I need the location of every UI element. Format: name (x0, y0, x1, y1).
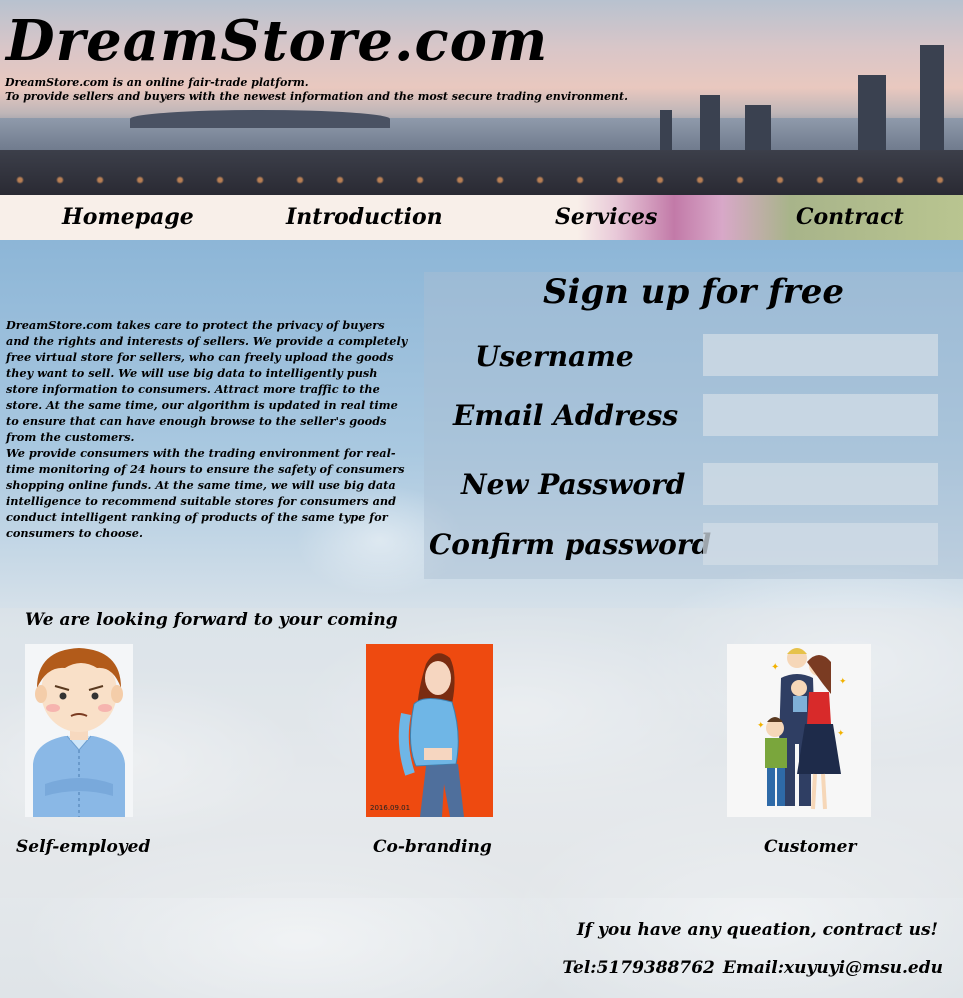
customer-image: ✦ ✦ ✦ ✦ (727, 644, 871, 817)
email-input[interactable] (703, 394, 938, 436)
nav-introduction[interactable]: Introduction (286, 202, 443, 232)
confirm-password-input[interactable] (703, 523, 938, 565)
site-logo[interactable]: DreamStore.com (6, 4, 548, 78)
contact-email[interactable]: Email:xuyuyi@msu.edu (723, 958, 943, 978)
contact-info: Tel:5179388762 Email:xuyuyi@msu.edu (562, 956, 943, 980)
svg-text:✦: ✦ (757, 721, 765, 731)
username-input[interactable] (703, 334, 938, 376)
signup-title: Sign up for free (543, 272, 844, 312)
contact-tel: Tel:5179388762 (562, 958, 715, 978)
svg-text:✦: ✦ (839, 677, 847, 687)
community-heading: We are looking forward to your coming (25, 610, 398, 630)
header-banner: DreamStore.com DreamStore.com is an onli… (0, 0, 963, 195)
about-text: DreamStore.com takes care to protect the… (6, 317, 408, 541)
signup-form: Sign up for free Username Email Address … (424, 272, 963, 579)
contact-question: If you have any queation, contract us! (576, 920, 938, 940)
co-branding-label: Co-branding (373, 837, 492, 857)
svg-text:✦: ✦ (771, 662, 779, 673)
email-label: Email Address (453, 399, 679, 432)
tagline-line-1: DreamStore.com is an online fair-trade p… (5, 76, 309, 89)
svg-text:2016.09.01: 2016.09.01 (370, 804, 410, 812)
city-building (660, 110, 672, 155)
tagline-line-2: To provide sellers and buyers with the n… (5, 90, 628, 103)
username-label: Username (475, 340, 634, 373)
city-lights (0, 160, 963, 190)
about-paragraph-2: We provide consumers with the trading en… (6, 446, 405, 540)
about-paragraph-1: DreamStore.com takes care to protect the… (6, 318, 408, 444)
hills-image (130, 110, 390, 128)
city-building (700, 95, 720, 155)
svg-text:✦: ✦ (837, 729, 845, 739)
self-employed-image (25, 644, 133, 817)
customer-label: Customer (764, 837, 857, 857)
tagline: DreamStore.com is an online fair-trade p… (5, 76, 628, 104)
co-branding-image: 2016.09.01 (366, 644, 493, 817)
nav-contract[interactable]: Contract (796, 202, 904, 232)
new-password-input[interactable] (703, 463, 938, 505)
main-nav: Homepage Introduction Services Contract (0, 195, 963, 240)
city-building (858, 75, 886, 155)
community-section: We are looking forward to your coming 20… (0, 608, 963, 898)
nav-homepage[interactable]: Homepage (62, 202, 194, 232)
new-password-label: New Password (461, 468, 686, 501)
city-building (920, 45, 944, 155)
nav-services[interactable]: Services (555, 202, 657, 232)
self-employed-label: Self-employed (16, 837, 151, 857)
confirm-password-label: Confirm password (429, 528, 712, 561)
city-building (745, 105, 771, 155)
